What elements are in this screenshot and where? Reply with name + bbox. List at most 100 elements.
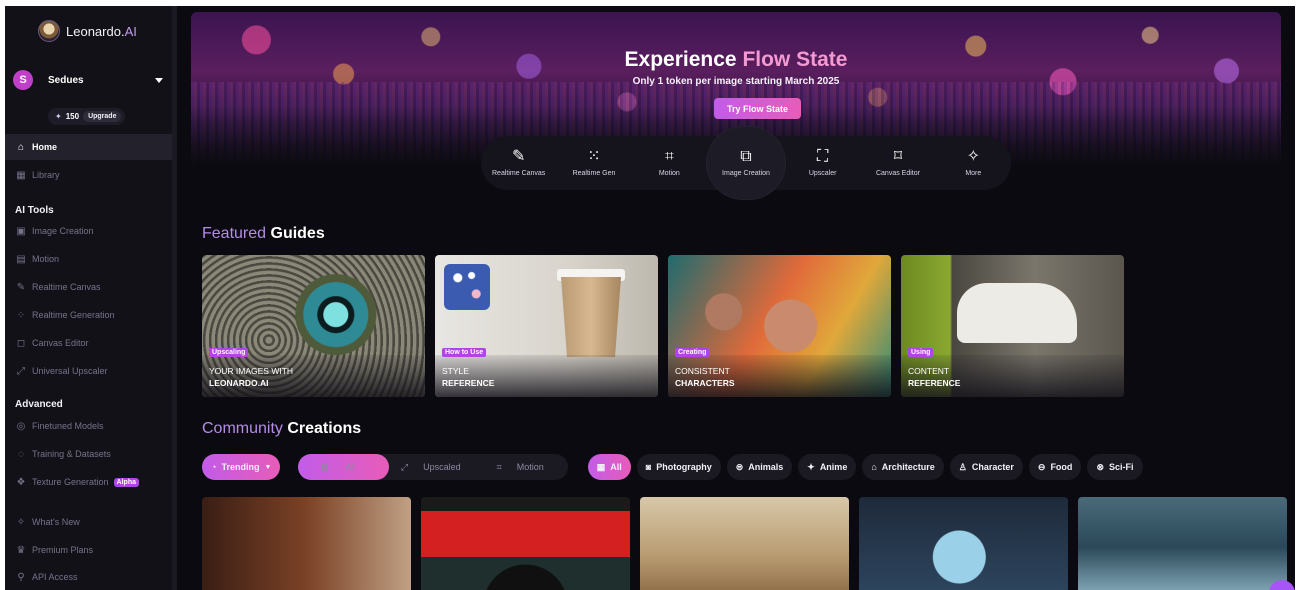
sidebar-item-image-creation[interactable]: ▣ Image Creation <box>5 218 172 244</box>
sidebar-item-realtime-generation[interactable]: ⁘ Realtime Generation <box>5 302 172 328</box>
sparkle-icon: ✧ <box>966 148 980 165</box>
category-photography[interactable]: ◙ Photography <box>636 454 721 480</box>
tool-motion[interactable]: ⌗ Motion <box>632 136 707 190</box>
guide-card-style-reference[interactable]: How to Use STYLE REFERENCE <box>435 255 658 397</box>
try-flow-state-button[interactable]: Try Flow State <box>714 98 801 119</box>
sidebar-item-universal-upscaler[interactable]: ⤢ Universal Upscaler <box>5 358 172 384</box>
tool-realtime-canvas[interactable]: ✎ Realtime Canvas <box>481 136 556 190</box>
guide-title: CONSISTENT CHARACTERS <box>675 366 735 388</box>
guide-tag: Upscaling <box>209 348 249 357</box>
brand-name: Leonardo.AI <box>66 23 137 39</box>
grid-icon: ▦ <box>16 169 26 181</box>
upscale-icon: ⤢ <box>400 461 409 472</box>
token-count: 150 <box>65 112 80 121</box>
crop-icon: ⌑ <box>893 148 903 165</box>
guide-card-content-reference[interactable]: Using CONTENT REFERENCE <box>901 255 1124 397</box>
upgrade-button[interactable]: Upgrade <box>83 111 122 122</box>
tool-upscaler[interactable]: ⛶ Upscaler <box>785 136 860 190</box>
view-filter-upscaled[interactable]: ⤢ Upscaled <box>389 454 485 480</box>
guide-tag: How to Use <box>442 348 487 357</box>
view-filter-all[interactable]: ▦ All <box>298 454 389 480</box>
category-architecture[interactable]: ⌂ Architecture <box>862 454 944 480</box>
grid-icon: ▦ <box>320 461 329 472</box>
sidebar-item-premium-plans[interactable]: ♛ Premium Plans <box>5 537 172 563</box>
star-icon: ✦ <box>807 461 815 472</box>
category-all[interactable]: ▦ All <box>587 454 631 480</box>
tool-more[interactable]: ✧ More <box>936 136 1011 190</box>
featured-guides-title: Featured Guides <box>202 225 325 242</box>
sidebar-item-motion[interactable]: ▤ Motion <box>5 246 172 272</box>
dataset-icon: ◌ <box>18 448 24 460</box>
model-icon: ◎ <box>16 420 26 432</box>
building-icon: ⌂ <box>871 462 877 472</box>
sidebar-item-library[interactable]: ▦ Library <box>5 162 172 188</box>
brand[interactable]: Leonardo.AI <box>38 20 137 42</box>
gallery-item[interactable] <box>859 497 1068 590</box>
token-icon: ✦ <box>55 112 62 121</box>
texture-icon: ❖ <box>16 476 26 488</box>
advanced-header: Advanced <box>15 399 63 410</box>
avatar: S <box>13 70 33 90</box>
pattern-swatch <box>444 264 490 310</box>
user-menu[interactable]: S Sedues <box>13 70 163 90</box>
tool-image-creation[interactable]: ⧉ Image Creation <box>706 127 785 199</box>
trending-icon: ◔ <box>211 462 217 472</box>
user-name: Sedues <box>48 74 84 86</box>
gallery-item[interactable] <box>202 497 411 590</box>
images-icon: ⧉ <box>740 148 752 165</box>
app-window: Leonardo.AI S Sedues ✦ 150 Upgrade ⌂ Home… <box>5 6 1295 590</box>
coffee-cup-image <box>561 277 621 357</box>
guide-title: YOUR IMAGES WITH LEONARDO.AI <box>209 366 294 388</box>
category-animals[interactable]: ⊜ Animals <box>726 454 793 480</box>
crown-icon: ♛ <box>16 544 26 556</box>
community-gallery <box>202 497 1287 590</box>
leonardo-logo-icon <box>38 20 60 42</box>
upscale-icon: ⤢ <box>17 365 25 377</box>
film-icon: ⌗ <box>496 461 502 472</box>
chevron-down-icon[interactable] <box>155 77 163 83</box>
sidebar-item-realtime-canvas[interactable]: ✎ Realtime Canvas <box>5 274 172 300</box>
main-content: Experience Flow State Only 1 token per i… <box>177 6 1295 590</box>
gallery-item[interactable] <box>640 497 849 590</box>
sidebar: Leonardo.AI S Sedues ✦ 150 Upgrade ⌂ Home… <box>5 6 172 590</box>
token-balance: ✦ 150 Upgrade <box>48 108 126 125</box>
tool-canvas-editor[interactable]: ⌑ Canvas Editor <box>860 136 935 190</box>
featured-guides-list: Upscaling YOUR IMAGES WITH LEONARDO.AI Ho… <box>202 255 1124 397</box>
category-anime[interactable]: ✦ Anime <box>798 454 857 480</box>
sidebar-item-home[interactable]: ⌂ Home <box>5 134 172 160</box>
tool-launcher: ✎ Realtime Canvas ⁙ Realtime Gen ⌗ Motion ⧉… <box>481 127 1011 199</box>
upscale-icon: ⛶ <box>817 148 829 165</box>
guide-tag: Creating <box>675 348 710 357</box>
category-sci-fi[interactable]: ⊗ Sci-Fi <box>1087 454 1143 480</box>
gallery-item[interactable] <box>1078 497 1287 590</box>
chevron-down-icon: ▼ <box>264 463 272 471</box>
film-icon: ▤ <box>16 253 26 265</box>
tool-realtime-gen[interactable]: ⁙ Realtime Gen <box>556 136 631 190</box>
burger-icon: ⊖ <box>1037 461 1046 472</box>
view-filter-group: ▦ All ⤢ Upscaled ⌗ Motion <box>298 454 568 480</box>
home-icon: ⌂ <box>17 141 25 153</box>
view-filter-motion[interactable]: ⌗ Motion <box>485 454 568 480</box>
category-food[interactable]: ⊖ Food <box>1028 454 1082 480</box>
sidebar-item-finetuned-models[interactable]: ◎ Finetuned Models <box>5 413 172 439</box>
gallery-item[interactable] <box>421 497 630 590</box>
sidebar-item-canvas-editor[interactable]: ◻ Canvas Editor <box>5 330 172 356</box>
dots-grid-icon: ⁘ <box>16 309 26 321</box>
category-character[interactable]: ♙ Character <box>949 454 1023 480</box>
guide-title: CONTENT REFERENCE <box>908 366 961 388</box>
sidebar-item-texture-generation[interactable]: ❖ Texture Generation Alpha <box>5 469 172 495</box>
sidebar-item-whats-new[interactable]: ✧ What's New <box>5 509 172 535</box>
camera-icon: ◙ <box>645 462 652 472</box>
sneaker-image <box>957 283 1077 343</box>
guide-card-upscaling[interactable]: Upscaling YOUR IMAGES WITH LEONARDO.AI <box>202 255 425 397</box>
sort-dropdown[interactable]: ◔ Trending ▼ <box>202 454 281 480</box>
sidebar-item-training-datasets[interactable]: ◌ Training & Datasets <box>5 441 172 467</box>
alpha-badge: Alpha <box>113 477 139 487</box>
brush-icon: ✎ <box>511 148 526 165</box>
hero-subtitle: Only 1 token per image starting March 20… <box>632 76 840 87</box>
guide-card-consistent-characters[interactable]: Creating CONSISTENT CHARACTERS <box>668 255 891 397</box>
ai-tools-header: AI Tools <box>15 205 54 216</box>
crop-icon: ◻ <box>16 337 26 349</box>
image-icon: ▣ <box>16 225 26 237</box>
sidebar-item-api-access[interactable]: ⚲ API Access <box>5 564 172 590</box>
